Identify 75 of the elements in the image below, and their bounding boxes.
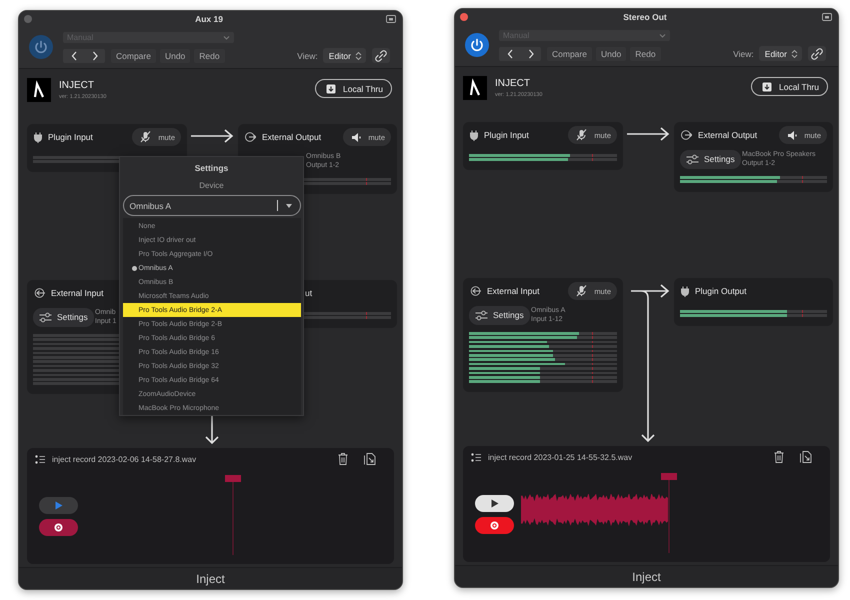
- window-icon[interactable]: [822, 12, 832, 20]
- caret-icon: [286, 204, 292, 208]
- toolbar-button[interactable]: Compare: [547, 46, 592, 60]
- speaker-icon: [787, 130, 798, 140]
- file-name: inject record 2023-02-06 14-58-27.8.wav: [52, 454, 196, 464]
- toolbar-button[interactable]: Undo: [596, 46, 626, 60]
- settings-button[interactable]: Settings: [469, 306, 530, 324]
- up-down-chevron-icon: [791, 48, 798, 58]
- node-title: Plugin Output: [695, 286, 747, 296]
- muted-mic-icon: [140, 131, 152, 143]
- chevron-right-icon: [528, 48, 534, 58]
- sliders-icon: [686, 154, 699, 164]
- download-icon: [762, 82, 772, 92]
- node-title: ut: [305, 288, 312, 298]
- up-down-chevron-icon: [355, 50, 362, 60]
- sliders-icon: [475, 310, 488, 320]
- node-title: External Output: [262, 132, 322, 142]
- view-label: View:: [297, 50, 318, 60]
- link-icon: [811, 48, 823, 60]
- speaker-icon: [351, 132, 362, 142]
- muted-mic-icon: [576, 285, 588, 297]
- sliders-icon: [39, 312, 52, 322]
- export-icon[interactable]: [800, 451, 812, 463]
- input-icon: [470, 286, 481, 296]
- view-label: View:: [733, 48, 754, 58]
- input-icon: [34, 288, 45, 298]
- play-icon: [54, 501, 62, 510]
- window-title: Aux 19: [194, 14, 224, 24]
- trash-icon[interactable]: [774, 451, 784, 463]
- file-name: inject record 2023-01-25 14-55-32.5.wav: [488, 452, 632, 462]
- record-button[interactable]: [475, 517, 514, 534]
- caret-icon: [659, 33, 666, 38]
- local-thru-button[interactable]: Local Thru: [750, 77, 828, 96]
- download-icon: [326, 84, 336, 94]
- chevron-right-icon: [92, 50, 98, 60]
- plug-icon: [681, 286, 689, 296]
- logo-icon: [27, 78, 51, 102]
- device-label: Device: [199, 181, 224, 190]
- chevron-left-icon: [70, 50, 76, 60]
- view-select[interactable]: Editor: [758, 46, 802, 61]
- chevron-left-icon: [506, 48, 512, 58]
- settings-button[interactable]: Settings: [680, 150, 741, 168]
- node-title: External Input: [487, 286, 540, 296]
- connector-arrow: [626, 127, 670, 141]
- muted-mic-icon: [576, 129, 588, 141]
- play-button[interactable]: [475, 495, 514, 512]
- plug-icon: [34, 132, 42, 142]
- node-title: External Input: [51, 288, 104, 298]
- node-title: Plugin Input: [484, 130, 529, 140]
- node-title: Plugin Input: [48, 132, 93, 142]
- popup-title: Settings: [194, 163, 228, 173]
- close-button[interactable]: [460, 12, 468, 20]
- output-icon: [681, 130, 692, 140]
- plug-icon: [470, 130, 478, 140]
- down-arrow: [205, 415, 219, 444]
- footer-title: Inject: [196, 572, 225, 586]
- caret-icon: [223, 35, 230, 40]
- logo-icon: [463, 76, 487, 100]
- connector-arrow: [190, 129, 234, 143]
- footer-title: Inject: [632, 570, 661, 584]
- plugin-name: INJECT: [495, 78, 531, 89]
- list-icon[interactable]: [471, 452, 482, 462]
- link-button[interactable]: [808, 46, 826, 61]
- link-icon: [375, 50, 387, 62]
- record-icon: [54, 523, 63, 532]
- record-icon: [490, 521, 499, 530]
- node-title: External Output: [698, 130, 758, 140]
- window-title: Stereo Out: [622, 12, 668, 22]
- toolbar-button[interactable]: Redo: [630, 46, 661, 60]
- output-icon: [245, 132, 256, 142]
- power-button[interactable]: [465, 33, 489, 57]
- play-icon: [490, 499, 498, 508]
- power-icon: [468, 36, 486, 54]
- plugin-name: INJECT: [59, 80, 95, 91]
- power-icon: [32, 38, 50, 56]
